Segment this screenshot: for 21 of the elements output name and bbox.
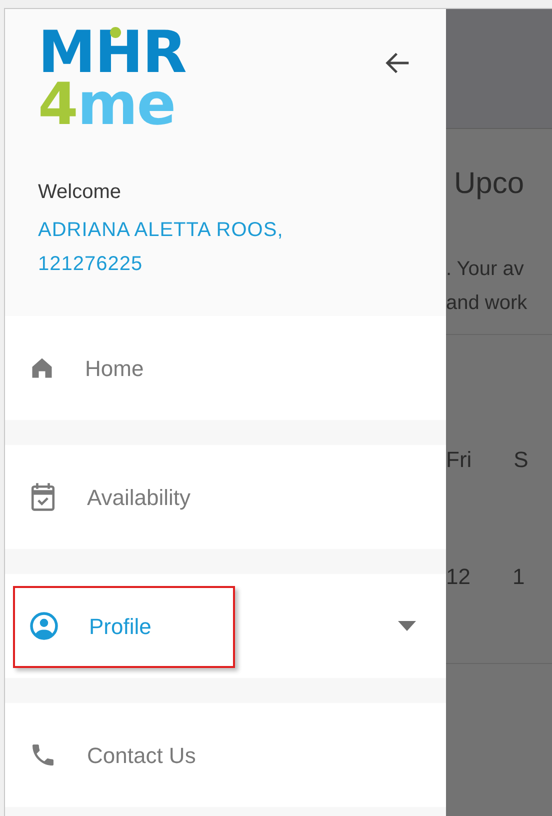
user-name: ADRIANA ALETTA ROOS, 121276225 <box>38 218 284 277</box>
page-text: and work <box>446 291 528 316</box>
menu-label: Home <box>85 354 144 382</box>
menu-item[interactable]: Contact Us <box>5 703 446 807</box>
menu-label: Contact Us <box>87 742 196 770</box>
menu-item[interactable]: Home <box>5 316 446 420</box>
date-label: 12 <box>446 563 470 591</box>
menu-item[interactable]: Profile <box>5 574 446 678</box>
page-text: . Your av <box>446 257 525 282</box>
date-label: 1 <box>512 563 525 591</box>
day-label: S <box>514 446 528 474</box>
calendar-check-icon <box>29 482 57 512</box>
welcome-text: Welcome <box>38 180 122 205</box>
menu-item[interactable]: Availability <box>5 445 446 549</box>
day-label: Fri <box>446 446 472 474</box>
menu-label: Availability <box>87 484 191 512</box>
menu-label: Profile <box>89 612 152 640</box>
profile-icon <box>29 611 59 641</box>
caret-icon[interactable] <box>398 621 416 631</box>
page-heading: Upco <box>454 166 526 202</box>
logo: MHR 4me <box>38 23 187 133</box>
